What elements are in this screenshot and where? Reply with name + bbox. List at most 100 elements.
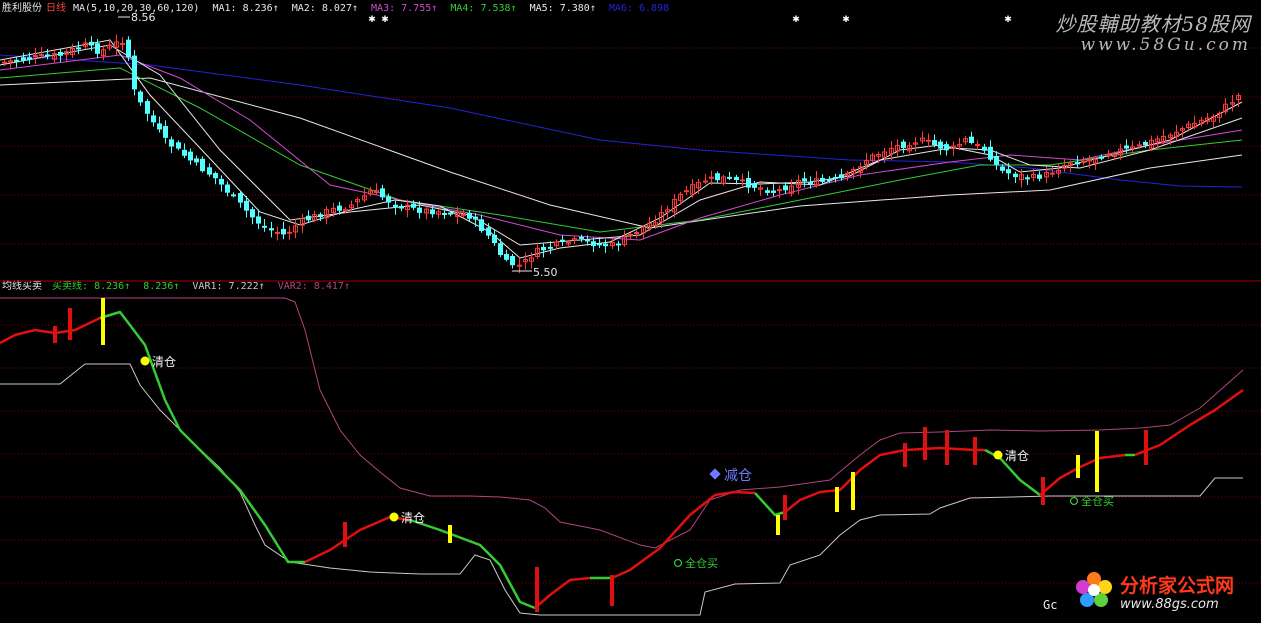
ma1-line: [0, 39, 1243, 259]
candle-body-31: [194, 158, 199, 163]
indicator-mark-9: [835, 487, 839, 512]
candle-body-167: [1037, 174, 1042, 179]
indicator-mark-12: [923, 427, 927, 460]
candle-body-39: [244, 200, 249, 211]
candle-body-88: [548, 246, 553, 249]
candle-body-121: [752, 183, 757, 188]
candle-body-3: [21, 57, 26, 61]
candle-body-23: [145, 100, 150, 114]
candle-body-120: [746, 178, 751, 188]
candle-body-9: [58, 51, 63, 56]
indicator-mark-18: [1144, 430, 1148, 465]
indicator-marks: [53, 298, 1148, 612]
candle-body-37: [231, 194, 236, 197]
candle-body-22: [138, 91, 143, 103]
candle-body-151: [938, 141, 943, 149]
candle-body-149: [926, 139, 931, 142]
watermark-58gu: 炒股輔助教材58股网: [1055, 12, 1251, 36]
signal-stars: ✱ ✱ ✱ ✱ ✱: [368, 15, 1012, 25]
candle-body-21: [132, 55, 137, 90]
candle-body-26: [163, 126, 168, 138]
signal-line-segment-7: [754, 492, 786, 517]
candle-body-25: [157, 123, 162, 130]
candle-body-93: [579, 236, 584, 239]
candle-body-75: [467, 212, 472, 219]
candle-body-46: [287, 231, 292, 234]
candle-body-38: [238, 193, 243, 203]
full-buy-label-2: 全仓买: [1081, 494, 1114, 508]
clear-signal-label-2: 清仓: [401, 511, 425, 525]
candle-body-67: [417, 207, 422, 213]
candle-body-163: [1013, 173, 1018, 178]
candle-body-14: [89, 41, 94, 46]
candle-body-42: [262, 225, 267, 228]
signal-line-segment-6: [611, 490, 756, 580]
indicator-mark-5: [535, 567, 539, 612]
candle-body-161: [1000, 166, 1005, 171]
low-price-label: 5.50: [533, 266, 558, 279]
signal-annotations: 清仓 清仓 清仓 减仓 全仓买 全仓买: [140, 355, 1114, 570]
candle-body-174: [1081, 160, 1086, 163]
candle-body-63: [393, 204, 398, 208]
indicator-mark-1: [68, 308, 72, 340]
candle-body-35: [219, 178, 224, 185]
stock-chart[interactable]: 清仓 清仓 清仓 减仓 全仓买 全仓买 8.56 5.50 ✱ ✱ ✱ ✱ ✱: [0, 0, 1261, 623]
candle-body-178: [1106, 154, 1111, 157]
candle-body-34: [213, 173, 218, 179]
candle-body-90: [560, 239, 565, 242]
signal-line-segment-1: [99, 310, 305, 564]
candle-body-152: [944, 144, 949, 151]
candle-body-51: [318, 214, 323, 218]
candle-body-15: [95, 43, 100, 54]
full-buy-dot-2: [1069, 496, 1079, 506]
candle-body-145: [901, 141, 906, 148]
signal-line-segment-10: [1039, 453, 1126, 496]
clear-signal-label-3: 清仓: [1005, 449, 1029, 463]
candle-body-4: [27, 57, 32, 60]
candle-body-177: [1099, 156, 1104, 159]
candle-body-29: [182, 149, 187, 156]
candle-body-101: [628, 234, 633, 237]
candle-body-61: [380, 188, 385, 198]
candle-body-28: [176, 142, 181, 149]
candle-body-110: [684, 190, 689, 193]
watermark-corner-text: Gc: [1043, 598, 1058, 612]
candle-body-165: [1025, 177, 1030, 180]
clear-signal-dot-1: [140, 356, 150, 366]
var2-line: [0, 297, 1244, 549]
star-marker-3: ✱: [842, 15, 850, 25]
candle-body-2: [14, 59, 19, 62]
candle-body-41: [256, 216, 261, 224]
clear-signal-dot-3: [993, 450, 1003, 460]
candle-body-12: [76, 47, 81, 50]
indicator-mark-0: [53, 326, 57, 343]
candle-body-81: [504, 253, 509, 260]
reduce-signal-diamond: [709, 468, 721, 480]
candle-body-87: [541, 246, 546, 251]
candle-body-96: [597, 243, 602, 246]
full-buy-label-1: 全仓买: [685, 556, 718, 570]
candle-body-30: [188, 151, 193, 161]
candle-body-71: [442, 212, 447, 215]
reduce-signal-label: 减仓: [724, 468, 752, 484]
indicator-mark-7: [776, 515, 780, 535]
candle-body-82: [510, 256, 515, 266]
candle-body-27: [169, 139, 174, 147]
ma6-line: [0, 54, 1243, 188]
indicator-mark-2: [101, 298, 105, 345]
clear-signal-label-1: 清仓: [152, 355, 176, 369]
candle-body-33: [207, 167, 212, 175]
candle-body-66: [411, 203, 416, 208]
signal-line-segment-0: [0, 316, 101, 345]
indicator-mark-8: [783, 495, 787, 520]
candle-body-7: [45, 54, 50, 57]
candle-body-72: [448, 212, 453, 215]
watermark-88gs-url: www.88gs.com: [1120, 597, 1219, 612]
indicator-mark-17: [1095, 431, 1099, 492]
candle-body-158: [982, 146, 987, 151]
star-marker-2: ✱: [792, 15, 800, 25]
candle-body-5: [33, 55, 38, 58]
candle-body-32: [200, 158, 205, 172]
signal-line-segment-12: [1134, 388, 1244, 457]
candle-body-79: [492, 234, 497, 244]
